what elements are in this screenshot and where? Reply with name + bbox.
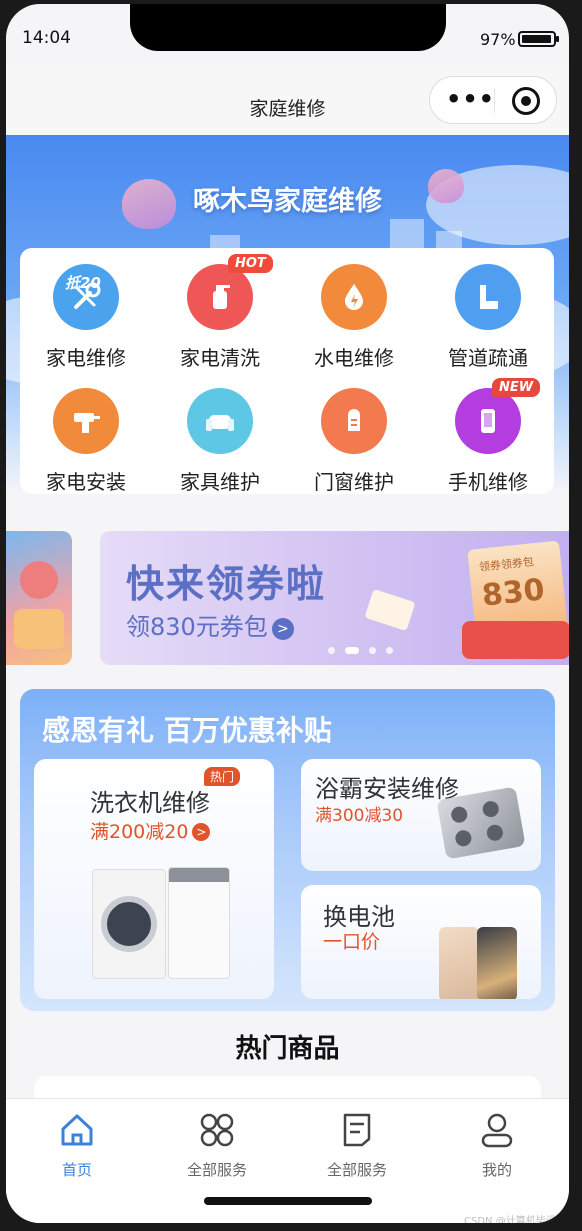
more-menu-icon[interactable]: ••• [446, 87, 495, 111]
tab-label: 全部服务 [326, 1161, 387, 1179]
home-indicator [204, 1197, 372, 1205]
card-title: 浴霸安装维修 [315, 775, 459, 803]
carousel-dot[interactable] [386, 647, 393, 654]
carousel-indicator [328, 647, 393, 654]
pipe-icon [455, 264, 521, 330]
repair-icon: 抵20 [53, 264, 119, 330]
battery-percent: 97% [480, 30, 516, 49]
category-door-window[interactable]: 门窗维护 [294, 388, 414, 495]
category-label: 门窗维护 [314, 470, 394, 494]
bath-heater-card[interactable]: 浴霸安装维修 满300减30 [301, 759, 541, 871]
category-label: 手机维修 [448, 470, 528, 494]
discount-badge: 抵20 [65, 274, 101, 292]
promo-title: 快来领券啦 [126, 562, 327, 606]
carousel-dot[interactable] [328, 647, 335, 654]
bath-heater-image [436, 786, 526, 860]
promo-carousel[interactable]: 快来领券啦 领830元券包 > 领券领券包 830 [6, 531, 569, 665]
washer-repair-card[interactable]: 洗衣机维修 热门 满200减20 > [34, 759, 274, 999]
hot-tag: HOT [228, 254, 273, 273]
tab-mine[interactable]: 我的 [427, 1111, 567, 1180]
status-time: 14:04 [22, 28, 71, 48]
banner-title: 啄木鸟家庭维修 [193, 186, 382, 217]
tab-all-services-2[interactable]: 全部服务 [287, 1111, 427, 1180]
battery-replace-card[interactable]: 换电池 一口价 [301, 885, 541, 999]
notch [130, 4, 446, 51]
card-title: 洗衣机维修 [90, 789, 210, 817]
category-label: 水电维修 [314, 346, 394, 370]
smartphone-image [439, 927, 479, 999]
card-discount: 满300减30 [315, 806, 404, 826]
category-appliance-cleaning[interactable]: HOT 家电清洗 [160, 254, 280, 371]
category-pipe-dredge[interactable]: 管道疏通 [428, 264, 548, 371]
washing-machine-image [168, 867, 230, 979]
tab-all-services[interactable]: 全部服务 [147, 1111, 287, 1180]
carousel-dot[interactable] [369, 647, 376, 654]
promo-subtitle: 领830元券包 > [126, 607, 294, 642]
smartphone-image [477, 927, 517, 999]
hot-tag: 热门 [204, 767, 241, 786]
user-icon [481, 1113, 513, 1148]
category-label: 家电维修 [46, 346, 126, 370]
new-tag: NEW [492, 378, 541, 397]
card-price-label: 一口价 [323, 931, 381, 953]
carousel-dot-active[interactable] [345, 647, 359, 654]
water-drop-icon [321, 264, 387, 330]
phone-screen: 14:04 97% 家庭维修 ••• 啄木鸟家庭维修 抵20 家电维修 HOT … [6, 4, 569, 1223]
tab-label: 我的 [481, 1161, 512, 1179]
category-label: 家具维护 [180, 470, 260, 494]
arrow-right-icon: > [192, 823, 211, 841]
tab-label: 首页 [61, 1161, 92, 1179]
category-label: 家电清洗 [180, 346, 260, 370]
document-icon [343, 1113, 371, 1147]
coupon-paper-image [364, 588, 416, 632]
category-appliance-install[interactable]: 家电安装 [26, 388, 146, 495]
promo-prev-slide[interactable] [6, 531, 72, 665]
category-phone-repair[interactable]: NEW 手机维修 [428, 378, 548, 495]
tab-home[interactable]: 首页 [7, 1111, 147, 1180]
spray-bottle-icon [187, 264, 253, 330]
washing-machine-image [92, 869, 166, 979]
category-label: 管道疏通 [448, 346, 528, 370]
close-miniprogram-icon[interactable] [512, 87, 540, 115]
category-grid: 抵20 家电维修 HOT 家电清洗 水电维修 管道疏通 家电安装 家具维护 门窗… [20, 248, 554, 494]
category-furniture-maintenance[interactable]: 家具维护 [160, 388, 280, 495]
hot-goods-title: 热门商品 [235, 1034, 340, 1064]
arrow-right-icon: > [271, 618, 294, 640]
category-appliance-repair[interactable]: 抵20 家电维修 [26, 264, 146, 371]
grid-icon [200, 1113, 234, 1147]
tab-label: 全部服务 [186, 1161, 247, 1179]
thanks-promo-section: 感恩有礼 百万优惠补贴 洗衣机维修 热门 满200减20 > 浴霸安装维修 满30… [20, 689, 555, 1011]
card-discount: 满200减20 > [90, 817, 211, 844]
category-water-electric[interactable]: 水电维修 [294, 264, 414, 371]
sofa-icon [187, 388, 253, 454]
miniprogram-capsule: ••• [429, 76, 557, 124]
section-title: 感恩有礼 百万优惠补贴 [42, 714, 332, 747]
promo-coupon-slide[interactable]: 快来领券啦 领830元券包 > 领券领券包 830 [100, 531, 569, 665]
door-icon [321, 388, 387, 454]
category-label: 家电安装 [46, 470, 126, 494]
drill-icon [53, 388, 119, 454]
battery-icon [518, 31, 559, 47]
watermark: CSDN @计算机毕设专家 [464, 1216, 566, 1223]
phone-icon [455, 388, 521, 454]
home-icon [61, 1114, 93, 1146]
tab-bar: 首页 全部服务 全部服务 我的 [6, 1098, 569, 1223]
gift-tray-image [462, 621, 569, 659]
